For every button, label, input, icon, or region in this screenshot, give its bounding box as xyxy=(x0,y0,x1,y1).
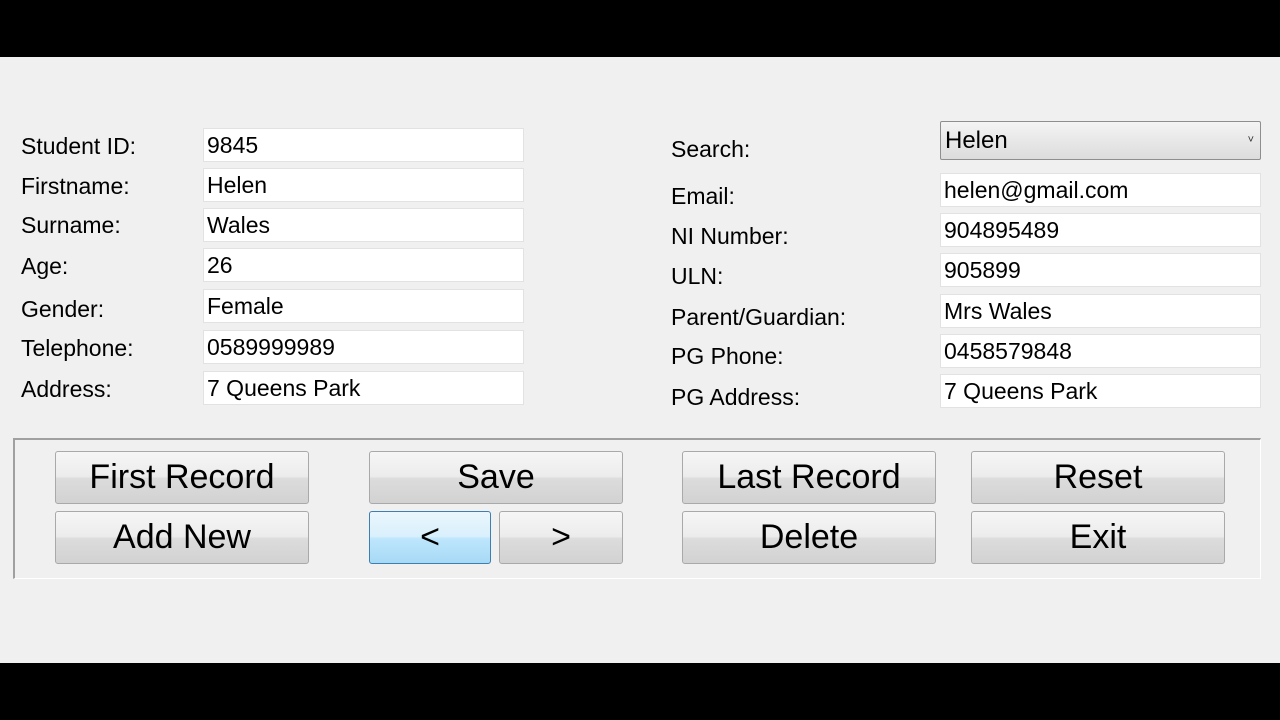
ni-number-label: NI Number: xyxy=(671,223,789,249)
ni-number-field[interactable] xyxy=(940,213,1261,247)
surname-field[interactable] xyxy=(203,208,524,242)
age-field[interactable] xyxy=(203,248,524,282)
pg-phone-field[interactable] xyxy=(940,334,1261,368)
email-label: Email: xyxy=(671,183,735,209)
firstname-label: Firstname: xyxy=(21,173,130,199)
exit-button[interactable]: Exit xyxy=(971,511,1225,564)
parent-guardian-field[interactable] xyxy=(940,294,1261,328)
pg-address-field[interactable] xyxy=(940,374,1261,408)
student-id-field[interactable] xyxy=(203,128,524,162)
telephone-label: Telephone: xyxy=(21,335,134,361)
next-record-button[interactable]: > xyxy=(499,511,623,564)
parent-guardian-label: Parent/Guardian: xyxy=(671,304,847,330)
add-new-button[interactable]: Add New xyxy=(55,511,309,564)
address-label: Address: xyxy=(21,376,112,402)
save-button[interactable]: Save xyxy=(369,451,623,504)
telephone-field[interactable] xyxy=(203,330,524,364)
student-form: Student ID: Firstname: Surname: Age: Gen… xyxy=(0,57,1280,663)
delete-button[interactable]: Delete xyxy=(682,511,936,564)
firstname-field[interactable] xyxy=(203,168,524,202)
first-record-button[interactable]: First Record xyxy=(55,451,309,504)
last-record-button[interactable]: Last Record xyxy=(682,451,936,504)
chevron-down-icon[interactable]: ˅ xyxy=(1248,122,1254,159)
student-id-label: Student ID: xyxy=(21,133,137,159)
search-combobox[interactable]: Helen ˅ xyxy=(940,121,1261,160)
address-field[interactable] xyxy=(203,371,524,405)
gender-label: Gender: xyxy=(21,296,105,322)
pg-phone-label: PG Phone: xyxy=(671,343,784,369)
uln-field[interactable] xyxy=(940,253,1261,287)
uln-label: ULN: xyxy=(671,263,724,289)
surname-label: Surname: xyxy=(21,212,121,238)
search-label: Search: xyxy=(671,136,751,162)
reset-button[interactable]: Reset xyxy=(971,451,1225,504)
pg-address-label: PG Address: xyxy=(671,384,801,410)
gender-field[interactable] xyxy=(203,289,524,323)
search-combobox-value: Helen xyxy=(945,127,1008,154)
age-label: Age: xyxy=(21,253,69,279)
email-field[interactable] xyxy=(940,173,1261,207)
previous-record-button[interactable]: < xyxy=(369,511,491,564)
